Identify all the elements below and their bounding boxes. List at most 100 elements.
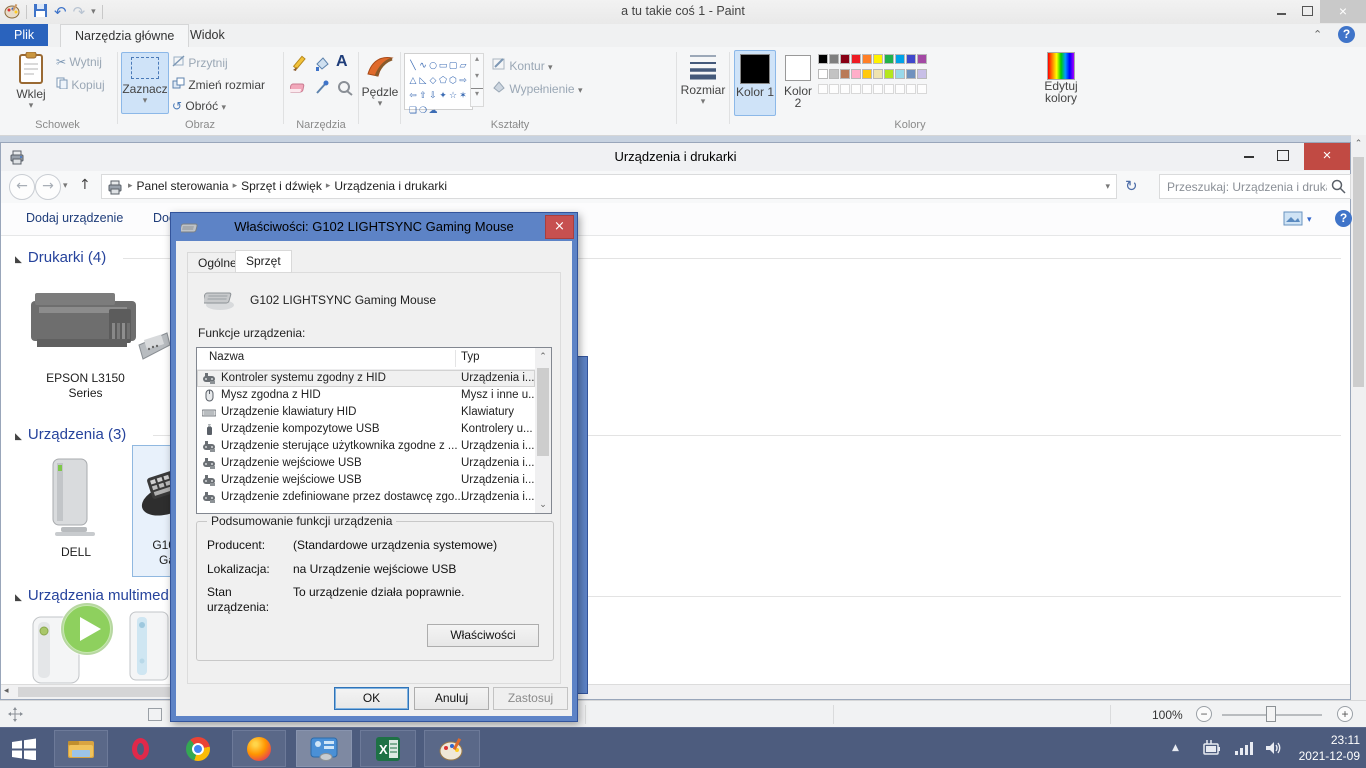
taskbar-paint-button[interactable] — [424, 730, 480, 767]
size-button[interactable]: Rozmiar ▾ — [681, 52, 725, 107]
device-function-row[interactable]: Urządzenie sterujące użytkownika zgodne … — [197, 438, 535, 455]
color-swatch[interactable] — [873, 69, 883, 79]
color-swatch[interactable] — [862, 54, 872, 64]
color-swatch[interactable] — [906, 69, 916, 79]
color-swatch[interactable] — [851, 69, 861, 79]
zoom-slider-thumb[interactable] — [1266, 706, 1276, 722]
outline-dropdown[interactable]: Kontur ▾ — [492, 57, 553, 73]
taskbar-excel-button[interactable]: X — [360, 730, 416, 767]
shape-rounded-rect-icon[interactable]: ▢ — [448, 61, 458, 72]
media-device-item[interactable] — [127, 609, 171, 686]
color-swatch-empty[interactable] — [818, 84, 828, 94]
taskbar-explorer-button[interactable] — [54, 730, 108, 767]
zoom-in-button[interactable]: + — [1337, 706, 1353, 722]
paint-restore-button[interactable] — [1294, 0, 1320, 23]
search-icon[interactable] — [1331, 179, 1346, 197]
scroll-up-icon[interactable]: ⌃ — [535, 348, 551, 362]
paint-vertical-scrollbar[interactable]: ⌃ — [1351, 135, 1366, 700]
battery-icon[interactable] — [1200, 740, 1222, 759]
view-options-dropdown[interactable]: ▾ — [1307, 215, 1312, 225]
color2-button[interactable]: Kolor 2 — [779, 50, 817, 114]
color-swatch-empty[interactable] — [862, 84, 872, 94]
shape-callout-cloud-icon[interactable]: ☁ — [428, 106, 438, 117]
dialog-close-button[interactable]: × — [545, 215, 574, 239]
shape-callout-rounded-icon[interactable]: ❏ — [408, 106, 418, 117]
brushes-button[interactable]: Pędzle ▾ — [361, 52, 399, 109]
magnifier-tool[interactable] — [336, 80, 354, 99]
device-function-row[interactable]: Urządzenie kompozytowe USBKontrolery u..… — [197, 421, 535, 438]
scrollbar-thumb[interactable] — [1353, 157, 1364, 387]
shape-callout-oval-icon[interactable]: ❍ — [418, 106, 428, 117]
color-swatch-empty[interactable] — [840, 84, 850, 94]
rotate-button[interactable]: ↺ Obróć ▾ — [172, 99, 226, 113]
devices-close-button[interactable]: × — [1304, 143, 1350, 170]
fill-dropdown[interactable]: Wypełnienie ▾ — [492, 80, 582, 96]
device-dell-label[interactable]: DELL — [31, 545, 121, 560]
ok-button[interactable]: OK — [334, 687, 409, 710]
taskbar-chrome-button[interactable] — [176, 730, 220, 767]
color-swatch[interactable] — [895, 69, 905, 79]
color1-button[interactable]: Kolor 1 — [734, 50, 776, 116]
taskbar-devices-button[interactable] — [296, 730, 352, 767]
color-swatch[interactable] — [895, 54, 905, 64]
shape-right-triangle-icon[interactable]: ◺ — [418, 76, 428, 87]
device-function-row[interactable]: Urządzenie wejściowe USBUrządzenia i... — [197, 472, 535, 489]
resize-button[interactable]: Zmień rozmiar — [172, 77, 265, 92]
color-swatch[interactable] — [862, 69, 872, 79]
tab-plik[interactable]: Plik — [0, 24, 48, 46]
breadcrumb[interactable]: ▸Panel sterowania▸Sprzęt i dźwięk▸Urządz… — [101, 174, 1117, 199]
shape-rect-icon[interactable]: ▭ — [438, 61, 448, 72]
shape-polygon-icon[interactable]: ▱ — [458, 61, 468, 72]
search-box[interactable]: Przeszukaj: Urządzenia i druka... — [1159, 174, 1351, 199]
text-tool[interactable]: A — [336, 53, 348, 71]
volume-icon[interactable] — [1264, 740, 1284, 759]
tab-widok[interactable]: Widok — [176, 24, 239, 46]
shapes-gallery[interactable]: ╲∿○▭▢▱△◺◇⬠⬡⇨⇦⇧⇩✦☆✶❏❍☁ — [404, 53, 473, 110]
crop-button[interactable]: Przytnij — [172, 55, 228, 70]
breadcrumb-segment[interactable]: Urządzenia i drukarki — [330, 175, 451, 198]
eraser-tool[interactable] — [290, 80, 308, 99]
shape-arrow-down-icon[interactable]: ⇩ — [428, 91, 438, 102]
color-swatch[interactable] — [818, 54, 828, 64]
shape-diamond-icon[interactable]: ◇ — [428, 76, 438, 87]
paste-button[interactable]: Wklej ▾ — [8, 52, 54, 111]
color-swatch[interactable] — [906, 54, 916, 64]
back-button[interactable]: ← — [9, 174, 35, 200]
help-icon[interactable]: ? — [1338, 26, 1355, 43]
color-swatch[interactable] — [818, 69, 828, 79]
start-button[interactable] — [0, 730, 48, 767]
scroll-down-icon[interactable]: ▾ — [471, 71, 483, 80]
up-button[interactable]: ↑ — [79, 177, 91, 193]
tab-narzedzia-glowne[interactable]: Narzędzia główne — [60, 24, 189, 48]
color-swatch[interactable] — [829, 69, 839, 79]
section-printers[interactable]: ◣Drukarki (4) — [15, 249, 106, 266]
printer-epson-item[interactable] — [23, 283, 148, 366]
add-device-command[interactable]: Dodaj urządzenie — [26, 211, 123, 225]
color-picker-tool[interactable] — [313, 80, 331, 99]
address-dropdown-icon[interactable]: ▾ — [1105, 182, 1110, 192]
pencil-tool[interactable] — [290, 55, 308, 76]
color-swatch[interactable] — [829, 54, 839, 64]
device-function-row[interactable]: Urządzenie klawiatury HIDKlawiatury — [197, 404, 535, 421]
taskbar-clock[interactable]: 23:11 2021-12-09 — [1299, 732, 1360, 764]
forward-button[interactable]: → — [35, 174, 61, 200]
color-swatch[interactable] — [884, 54, 894, 64]
fill-tool[interactable] — [313, 55, 331, 76]
color-swatch-empty[interactable] — [906, 84, 916, 94]
shape-curve-icon[interactable]: ∿ — [418, 61, 428, 72]
color-swatch[interactable] — [851, 54, 861, 64]
color-swatch[interactable] — [873, 54, 883, 64]
color-swatch[interactable] — [917, 69, 927, 79]
paint-close-button[interactable]: × — [1320, 0, 1366, 23]
shape-pentagon-icon[interactable]: ⬠ — [438, 76, 448, 87]
collapse-triangle-icon[interactable]: ◣ — [15, 255, 22, 265]
scroll-left-icon[interactable]: ◂ — [4, 686, 9, 696]
device-dell-item[interactable] — [31, 455, 121, 546]
scroll-down-icon[interactable]: ⌄ — [535, 500, 551, 510]
color-swatch-empty[interactable] — [873, 84, 883, 94]
scroll-up-icon[interactable]: ▴ — [471, 54, 483, 63]
device-function-row[interactable]: Urządzenie wejściowe USBUrządzenia i... — [197, 455, 535, 472]
color-swatch[interactable] — [917, 54, 927, 64]
printer-fax-item[interactable] — [137, 311, 171, 366]
zoom-out-button[interactable]: − — [1196, 706, 1212, 722]
